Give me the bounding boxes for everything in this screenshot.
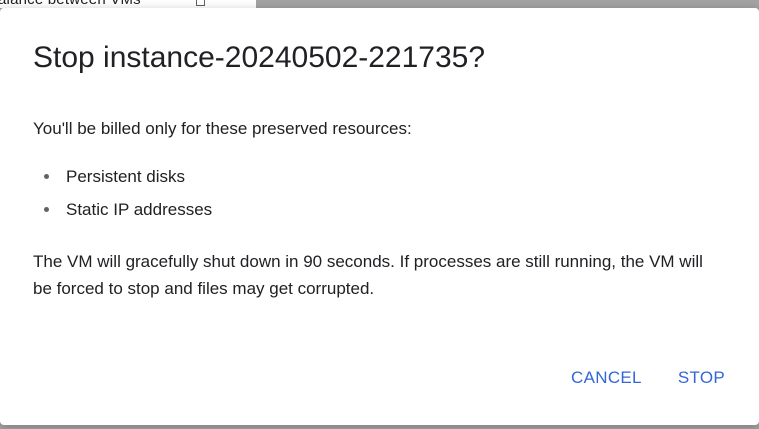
background-page: alance between VMs (0, 0, 256, 8)
stop-instance-dialog: Stop instance-20240502-221735? You'll be… (0, 8, 759, 425)
cancel-button[interactable]: CANCEL (557, 360, 656, 396)
bullet-icon (44, 207, 49, 212)
billing-intro-text: You'll be billed only for these preserve… (33, 119, 412, 138)
stop-button[interactable]: STOP (664, 360, 739, 396)
dialog-title: Stop instance-20240502-221735? (33, 41, 486, 74)
resource-label: Persistent disks (66, 167, 186, 186)
background-link-text: alance between VMs (0, 0, 141, 8)
shutdown-warning-text: The VM will gracefully shut down in 90 s… (33, 252, 703, 298)
external-link-icon (196, 0, 205, 6)
bullet-icon (44, 174, 49, 179)
resource-label: Static IP addresses (66, 200, 213, 219)
dialog-actions: CANCEL STOP (557, 360, 739, 396)
